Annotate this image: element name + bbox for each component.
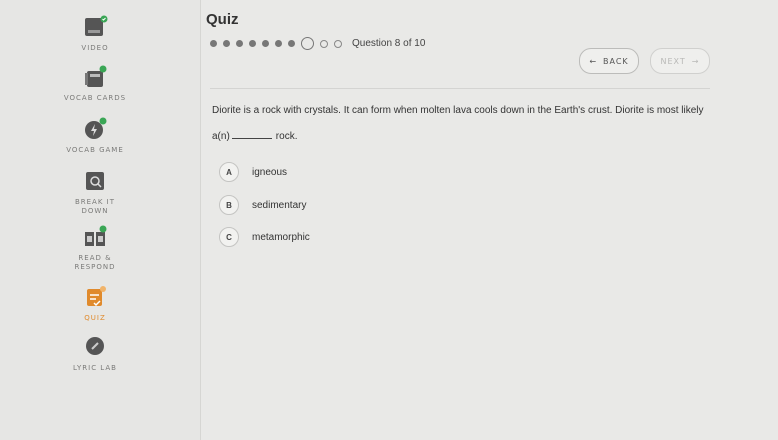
arrow-right-icon: → xyxy=(691,56,700,66)
sidebar: VIDEO VOCAB CARDS VOCAB GAME BREAK IT DO… xyxy=(0,0,201,440)
progress-dot xyxy=(223,40,230,47)
progress-dot xyxy=(262,40,269,47)
sidebar-item-quiz[interactable]: QUIZ xyxy=(40,284,150,323)
book-icon xyxy=(85,225,107,246)
choice-letter: A xyxy=(219,162,239,182)
question-text: Diorite is a rock with crystals. It can … xyxy=(212,105,704,116)
question-text-blank-line: a(n) rock. xyxy=(212,131,297,142)
sidebar-item-lyric-lab[interactable]: LYRIC LAB xyxy=(40,334,150,373)
choice-text: igneous xyxy=(252,166,288,178)
choice-letter: C xyxy=(219,227,239,247)
back-button[interactable]: ← BACK xyxy=(579,48,639,74)
sidebar-item-vocab-cards[interactable]: VOCAB CARDS xyxy=(40,64,150,103)
question-progress: Question 8 of 10 xyxy=(210,37,425,50)
quiz-icon xyxy=(87,286,106,307)
magnifier-board-icon xyxy=(86,172,104,190)
sidebar-item-label: READ & RESPOND xyxy=(74,254,116,271)
sidebar-item-vocab-game[interactable]: VOCAB GAME xyxy=(40,116,150,155)
answer-blank xyxy=(231,138,272,139)
sidebar-item-label: QUIZ xyxy=(84,314,106,322)
progress-dot xyxy=(320,39,328,48)
progress-dot xyxy=(288,40,295,47)
lyric-lab-icon xyxy=(86,337,104,355)
sidebar-item-label: BREAK IT DOWN xyxy=(74,198,116,215)
progress-dot-current xyxy=(301,37,314,50)
sidebar-item-label: VIDEO xyxy=(81,44,109,52)
sidebar-item-read-respond[interactable]: READ & RESPOND xyxy=(40,224,150,272)
choice-text: sedimentary xyxy=(252,199,307,211)
cards-icon xyxy=(85,65,107,87)
sidebar-item-label: LYRIC LAB xyxy=(73,364,117,372)
question-count: Question 8 of 10 xyxy=(352,38,426,49)
progress-dot xyxy=(236,40,243,47)
choice-letter: B xyxy=(219,195,239,215)
next-button-label: NEXT xyxy=(660,56,686,66)
progress-dot xyxy=(334,39,342,48)
lightning-icon xyxy=(85,117,107,139)
page-title: Quiz xyxy=(206,11,239,28)
sidebar-item-label: VOCAB CARDS xyxy=(63,94,127,102)
answer-choice-b[interactable]: B sedimentary xyxy=(219,195,306,215)
progress-dot xyxy=(249,40,256,47)
progress-dot xyxy=(275,40,282,47)
next-button[interactable]: NEXT → xyxy=(650,48,710,74)
sidebar-item-label: VOCAB GAME xyxy=(66,146,124,154)
video-icon xyxy=(85,15,108,36)
divider xyxy=(210,88,710,89)
question-prefix: a(n) xyxy=(212,131,230,142)
back-button-label: BACK xyxy=(603,56,629,66)
choice-text: metamorphic xyxy=(252,231,310,243)
sidebar-item-break-it-down[interactable]: BREAK IT DOWN xyxy=(40,168,150,216)
sidebar-item-video[interactable]: VIDEO xyxy=(40,14,150,53)
progress-dot xyxy=(210,40,217,47)
arrow-left-icon: ← xyxy=(589,56,598,66)
answer-choice-a[interactable]: A igneous xyxy=(219,162,287,182)
answer-choice-c[interactable]: C metamorphic xyxy=(219,227,310,247)
question-suffix: rock. xyxy=(275,131,298,142)
